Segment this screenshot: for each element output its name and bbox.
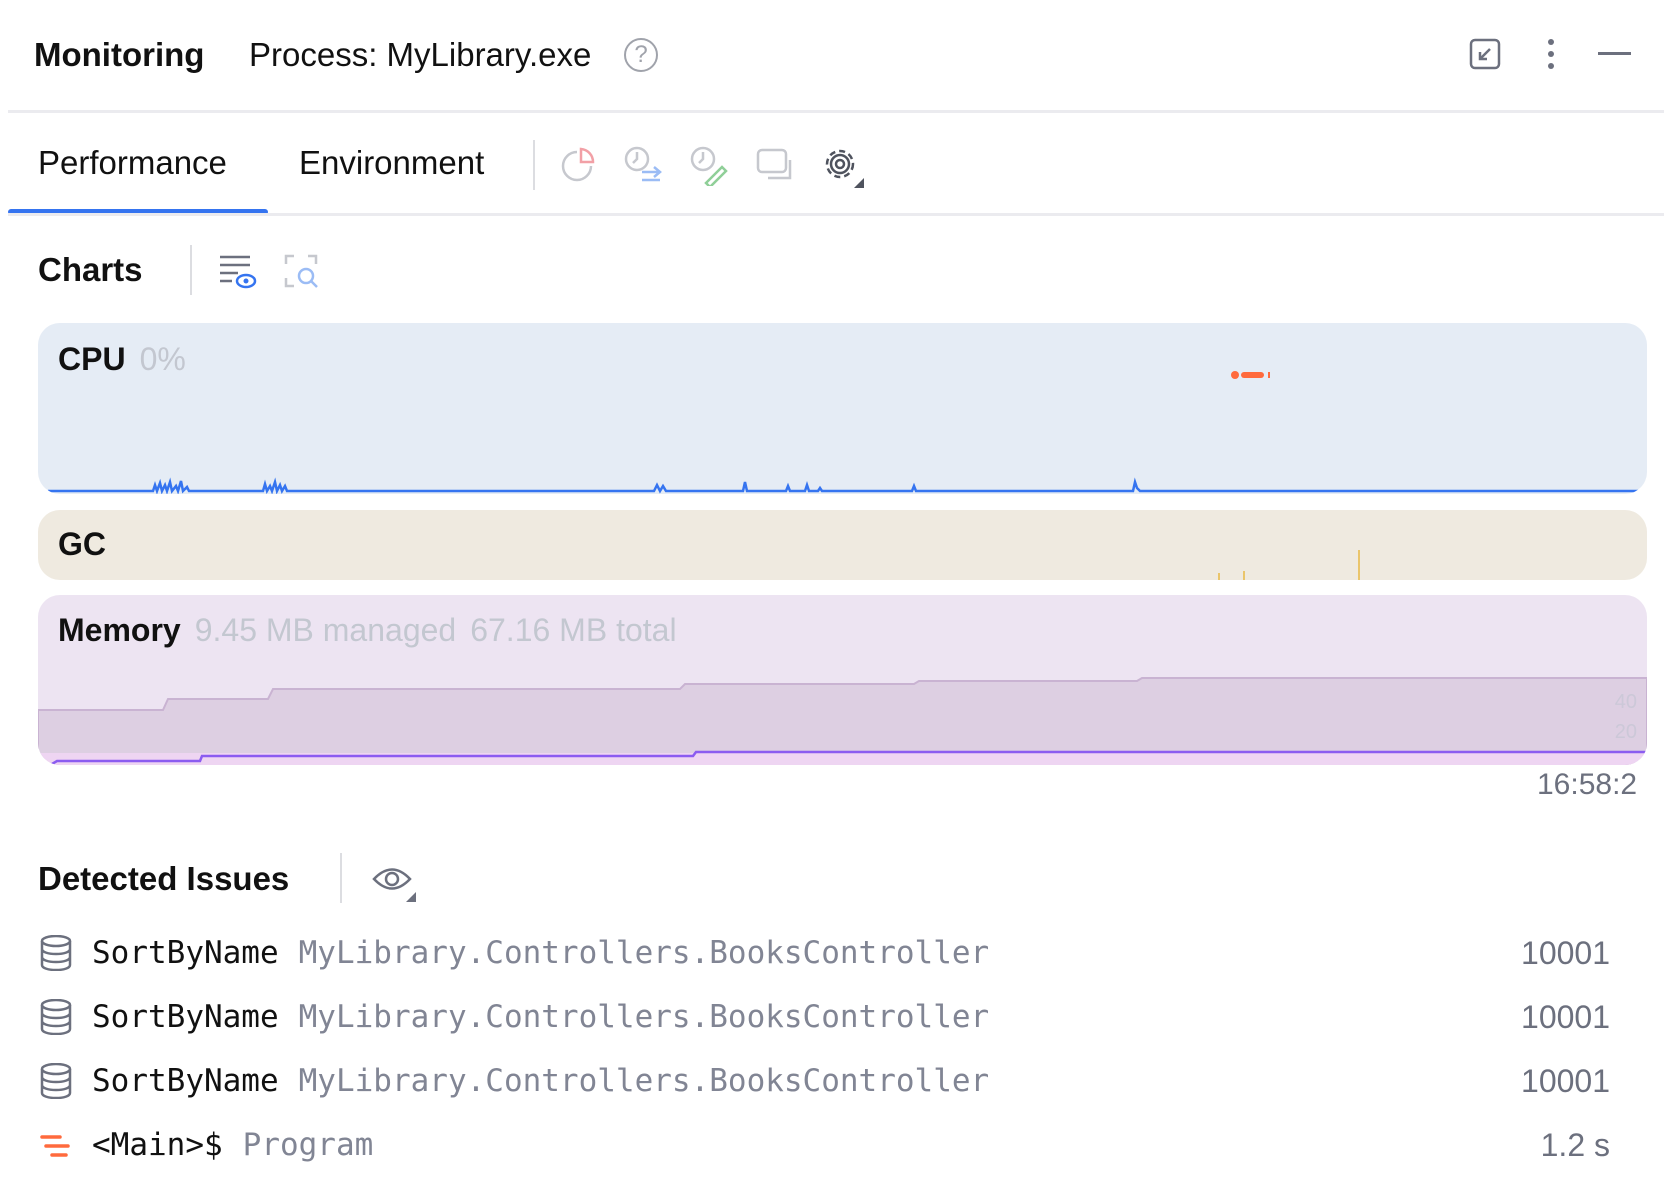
issue-value: 10001 — [1521, 999, 1610, 1036]
issue-row[interactable]: <Main>$ Program 1.2 s — [40, 1115, 1610, 1175]
timeline-pick-icon[interactable] — [690, 146, 734, 186]
snapshot-chart-icon[interactable] — [560, 146, 598, 184]
toolbar-separator — [533, 140, 535, 190]
header-divider — [8, 110, 1664, 113]
copy-windows-icon[interactable] — [756, 148, 796, 182]
restore-icon[interactable] — [1469, 38, 1501, 70]
issue-class: MyLibrary.Controllers.BooksController — [299, 1063, 990, 1099]
visible-charts-icon[interactable] — [218, 254, 258, 290]
issues-heading: Detected Issues — [38, 860, 289, 898]
issue-marker — [1231, 371, 1270, 379]
window-title: Monitoring — [34, 36, 204, 74]
issue-method: <Main>$ — [92, 1127, 223, 1163]
issue-row[interactable]: SortByName MyLibrary.Controllers.BooksCon… — [40, 1051, 1610, 1111]
minimize-icon[interactable] — [1598, 52, 1631, 55]
issue-class: MyLibrary.Controllers.BooksController — [299, 935, 990, 971]
charts-heading: Charts — [38, 251, 143, 289]
issue-row[interactable]: SortByName MyLibrary.Controllers.BooksCon… — [40, 923, 1610, 983]
database-icon — [40, 935, 72, 971]
database-icon — [40, 999, 72, 1035]
memory-tick: 20 — [1615, 717, 1637, 747]
gc-chart[interactable]: GC — [38, 510, 1647, 580]
issue-value: 1.2 s — [1541, 1127, 1610, 1164]
tab-performance[interactable]: Performance — [38, 144, 227, 182]
issue-method: SortByName — [92, 1063, 279, 1099]
issue-row[interactable]: SortByName MyLibrary.Controllers.BooksCon… — [40, 987, 1610, 1047]
gc-events — [1219, 550, 1359, 580]
settings-gear-icon[interactable] — [820, 144, 866, 190]
memory-tick: 40 — [1615, 687, 1637, 717]
charts-separator — [190, 245, 192, 295]
issue-value: 10001 — [1521, 1063, 1610, 1100]
cpu-line — [48, 481, 1647, 491]
database-icon — [40, 1063, 72, 1099]
time-axis-label: 16:58:2 — [1537, 768, 1647, 802]
cpu-chart[interactable]: CPU0% — [38, 323, 1647, 494]
issue-value: 10001 — [1521, 935, 1610, 972]
slow-call-icon — [40, 1127, 72, 1163]
process-name: Process: MyLibrary.exe — [249, 36, 591, 74]
help-icon[interactable]: ? — [624, 38, 658, 72]
issues-filter-eye-icon[interactable] — [372, 862, 418, 902]
issue-method: SortByName — [92, 999, 279, 1035]
issue-method: SortByName — [92, 935, 279, 971]
more-options-icon[interactable] — [1545, 38, 1557, 70]
issue-class: Program — [243, 1127, 374, 1163]
timeline-export-icon[interactable] — [624, 146, 668, 186]
tabs-divider — [8, 213, 1664, 216]
zoom-chart-icon[interactable] — [284, 254, 324, 290]
tab-environment[interactable]: Environment — [299, 144, 484, 182]
issues-separator — [340, 853, 342, 903]
memory-chart[interactable]: Memory9.45 MB managed67.16 MB total 40 2… — [38, 595, 1647, 765]
issue-class: MyLibrary.Controllers.BooksController — [299, 999, 990, 1035]
